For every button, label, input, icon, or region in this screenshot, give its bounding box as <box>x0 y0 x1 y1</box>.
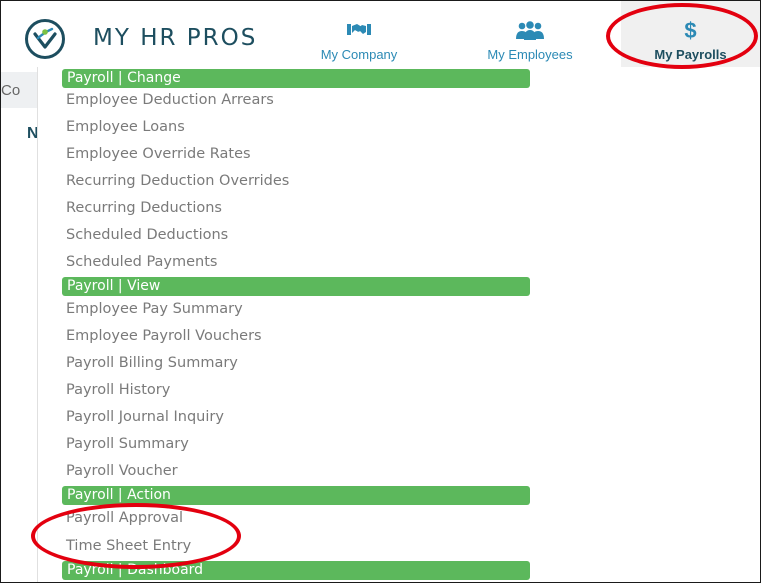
nav-my-employees[interactable]: My Employees <box>471 1 589 67</box>
menu-item-payroll-journal-inquiry[interactable]: Payroll Journal Inquiry <box>66 409 224 425</box>
menu-item-employee-pay-summary[interactable]: Employee Pay Summary <box>66 301 243 317</box>
section-header-payroll-change: Payroll | Change <box>62 69 530 88</box>
nav-my-company[interactable]: My Company <box>306 1 412 67</box>
section-header-payroll-action: Payroll | Action <box>62 486 530 505</box>
menu-item-employee-payroll-vouchers[interactable]: Employee Payroll Vouchers <box>66 328 262 344</box>
brand-name: MY HR PROS <box>93 25 258 51</box>
background-tab-fragment: Co <box>1 72 39 108</box>
menu-item-scheduled-payments[interactable]: Scheduled Payments <box>66 254 217 270</box>
top-navbar: MY HR PROS My Company My Employees $ My … <box>1 1 760 67</box>
menu-item-payroll-voucher[interactable]: Payroll Voucher <box>66 463 178 479</box>
payrolls-dropdown-menu: Payroll | Change Employee Deduction Arre… <box>37 67 534 582</box>
menu-item-employee-loans[interactable]: Employee Loans <box>66 119 185 135</box>
menu-item-time-sheet-entry[interactable]: Time Sheet Entry <box>66 538 191 554</box>
menu-item-payroll-approval[interactable]: Payroll Approval <box>66 510 183 526</box>
nav-my-company-label: My Company <box>320 47 398 62</box>
menu-item-payroll-history[interactable]: Payroll History <box>66 382 170 398</box>
menu-item-scheduled-deductions[interactable]: Scheduled Deductions <box>66 227 228 243</box>
menu-item-recurring-deduction-overrides[interactable]: Recurring Deduction Overrides <box>66 173 289 189</box>
menu-item-employee-deduction-arrears[interactable]: Employee Deduction Arrears <box>66 92 274 108</box>
nav-my-employees-label: My Employees <box>487 47 573 62</box>
background-page <box>1 67 39 582</box>
menu-item-payroll-billing-summary[interactable]: Payroll Billing Summary <box>66 355 238 371</box>
dollar-icon: $ <box>684 18 697 43</box>
menu-item-payroll-summary[interactable]: Payroll Summary <box>66 436 189 452</box>
menu-item-employee-override-rates[interactable]: Employee Override Rates <box>66 146 251 162</box>
handshake-icon <box>346 21 372 45</box>
logo-icon[interactable] <box>25 19 65 59</box>
section-header-payroll-dashboard: Payroll | Dashboard <box>62 561 530 580</box>
people-icon <box>515 21 545 45</box>
section-header-payroll-view: Payroll | View <box>62 277 530 296</box>
nav-my-payrolls-label: My Payrolls <box>654 47 727 62</box>
menu-item-recurring-deductions[interactable]: Recurring Deductions <box>66 200 222 216</box>
app-window: MY HR PROS My Company My Employees $ My … <box>0 0 761 583</box>
nav-my-payrolls[interactable]: $ My Payrolls <box>621 1 760 67</box>
